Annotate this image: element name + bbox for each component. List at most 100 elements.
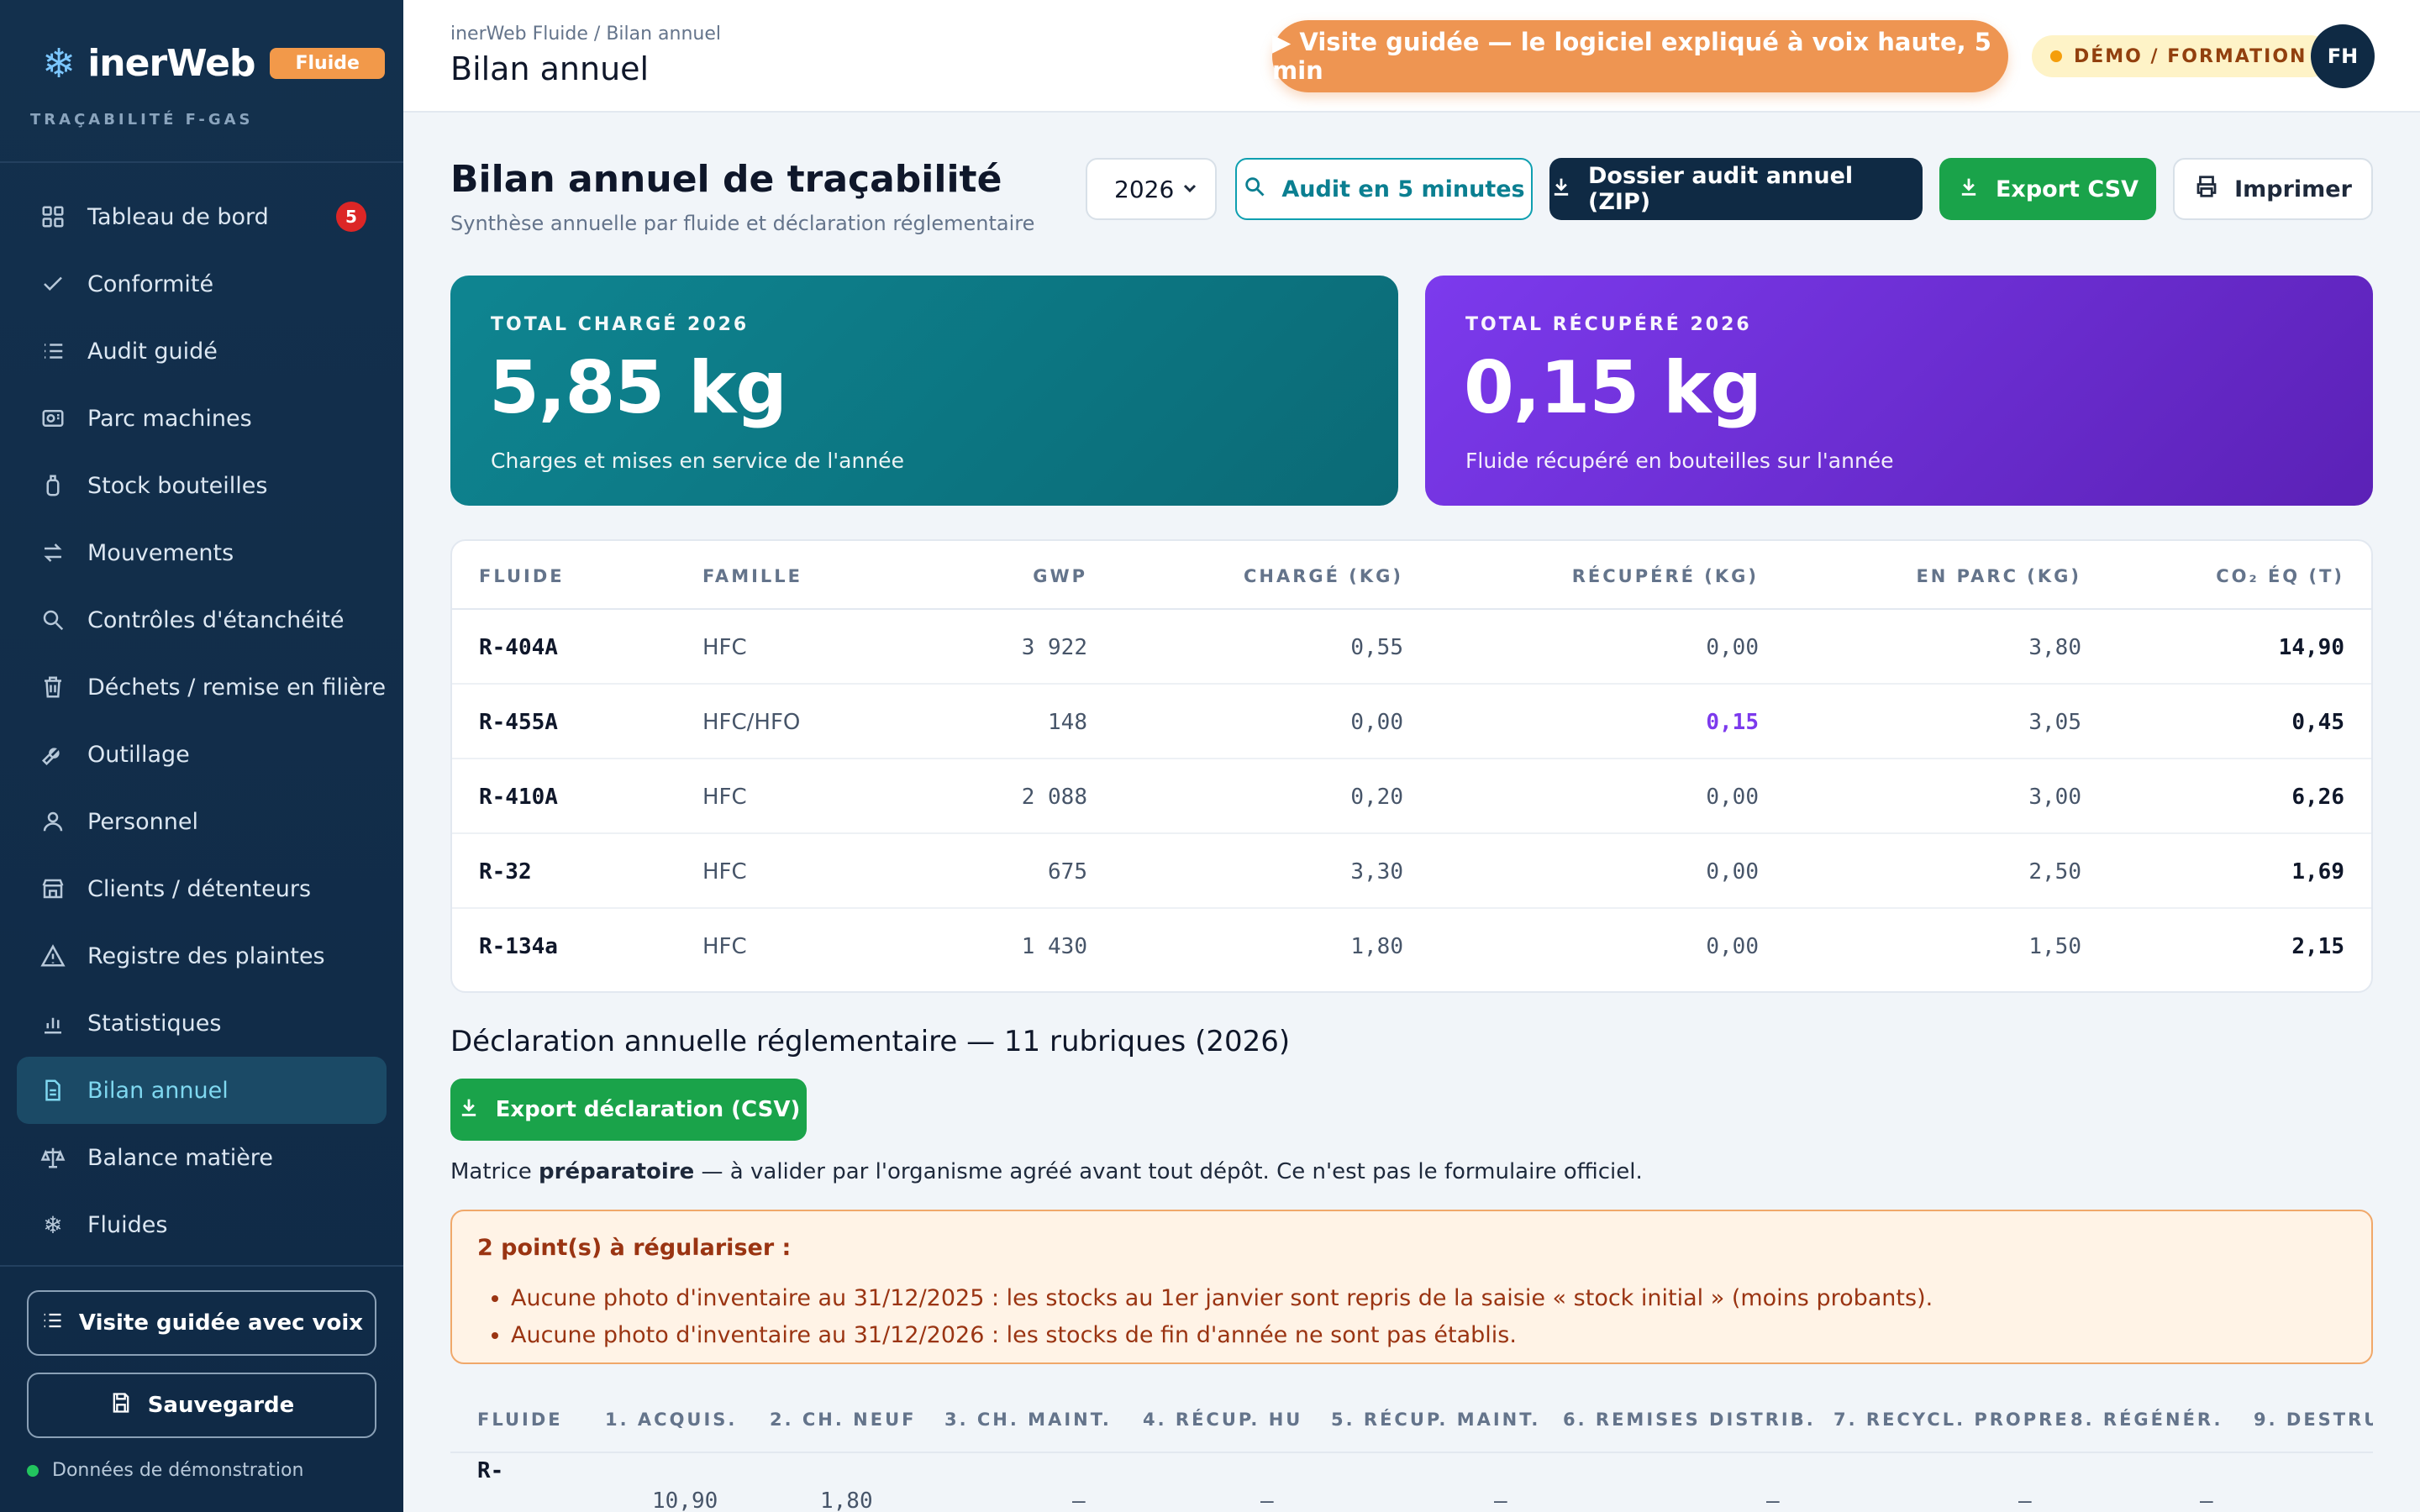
sidebar-item-audit-guide[interactable]: Audit guidé: [17, 318, 387, 385]
scale-icon: [39, 1143, 67, 1172]
sidebar-item-conformite[interactable]: Conformité: [17, 250, 387, 318]
column-header-co2[interactable]: CO₂ ÉQ (T): [2216, 566, 2344, 586]
store-icon: [39, 874, 67, 903]
save-button[interactable]: Sauvegarde: [27, 1373, 376, 1438]
cell-fleet: 2,50: [2028, 859, 2081, 885]
bottle-icon: [39, 471, 67, 500]
declaration-title: Déclaration annuelle réglementaire — 11 …: [450, 1025, 1291, 1058]
csv-button-label: Export CSV: [1995, 176, 2139, 202]
sidebar-item-fluides[interactable]: ❄ Fluides: [17, 1191, 387, 1258]
export-csv-button[interactable]: Export CSV: [1939, 158, 2156, 220]
table-row[interactable]: R- 10,90 1,80 — — — — — —: [450, 1455, 2373, 1512]
sidebar-item-clients[interactable]: Clients / détenteurs: [17, 855, 387, 922]
card-description: Fluide récupéré en bouteilles sur l'anné…: [1465, 449, 1894, 473]
table-row[interactable]: R-410A HFC 2 088 0,20 0,00 3,00 6,26: [452, 759, 2371, 834]
demo-data-status: Données de démonstration: [27, 1460, 303, 1481]
zip-button-label: Dossier audit annuel (ZIP): [1588, 163, 1854, 215]
sidebar-item-label: Registre des plaintes: [87, 942, 325, 969]
print-button[interactable]: Imprimer: [2173, 158, 2373, 220]
sidebar-item-tableau-de-bord[interactable]: Tableau de bord 5: [17, 183, 387, 250]
machine-icon: [39, 404, 67, 433]
column-header[interactable]: 2. CH. NEUF: [770, 1410, 917, 1430]
sidebar-item-dechets[interactable]: Déchets / remise en filière: [17, 654, 387, 721]
sidebar: ❄ inerWeb Fluide TRAÇABILITÉ F-GAS Table…: [0, 0, 403, 1512]
page-header-title: Bilan annuel: [450, 50, 650, 87]
column-header[interactable]: 4. RÉCUP. HU: [1143, 1410, 1302, 1430]
note-emphasis: préparatoire: [539, 1159, 695, 1184]
sidebar-item-label: Parc machines: [87, 405, 252, 432]
guided-tour-voice-button[interactable]: Visite guidée avec voix: [27, 1290, 376, 1356]
cell-co2: 1,69: [2291, 859, 2344, 885]
card-value: 0,15 kg: [1464, 346, 1762, 430]
sidebar-item-stock-bouteilles[interactable]: Stock bouteilles: [17, 452, 387, 519]
column-header[interactable]: 7. RECYCL. PROPRE: [1833, 1410, 2070, 1430]
table-row[interactable]: R-134a HFC 1 430 1,80 0,00 1,50 2,15: [452, 909, 2371, 984]
table-row[interactable]: R-404A HFC 3 922 0,55 0,00 3,80 14,90: [452, 610, 2371, 685]
cell-recovered: 0,00: [1706, 635, 1759, 660]
floppy-icon: [109, 1391, 133, 1420]
sidebar-item-personnel[interactable]: Personnel: [17, 788, 387, 855]
column-header[interactable]: 3. CH. MAINT.: [944, 1410, 1112, 1430]
sidebar-item-controles-etancheite[interactable]: Contrôles d'étanchéité: [17, 586, 387, 654]
sidebar-item-bilan-annuel[interactable]: Bilan annuel: [17, 1057, 387, 1124]
status-dot-icon: [2050, 50, 2062, 62]
demo-mode-badge: DÉMO / FORMATION: [2032, 35, 2333, 77]
cell-fluid: R-455A: [479, 710, 558, 735]
cell-value: 10,90: [652, 1488, 718, 1512]
sidebar-divider: [0, 1265, 403, 1267]
cell-family: HFC: [702, 635, 747, 660]
avatar[interactable]: FH: [2311, 24, 2375, 88]
guided-tour-button[interactable]: ▶ Visite guidée — le logiciel expliqué à…: [1272, 20, 2008, 92]
cell-charged: 0,00: [1350, 710, 1403, 735]
column-header-fleet[interactable]: EN PARC (KG): [1916, 566, 2081, 586]
audit-5-minutes-button[interactable]: Audit en 5 minutes: [1235, 158, 1533, 220]
check-icon: [39, 270, 67, 298]
download-icon: [457, 1095, 481, 1125]
fluid-summary-table: FLUIDE FAMILLE GWP CHARGÉ (KG) RÉCUPÉRÉ …: [450, 539, 2373, 993]
cell-family: HFC: [702, 934, 747, 959]
cell-charged: 0,55: [1350, 635, 1403, 660]
table-header: FLUIDE FAMILLE GWP CHARGÉ (KG) RÉCUPÉRÉ …: [452, 541, 2371, 610]
year-select[interactable]: 2026: [1086, 158, 1217, 220]
column-header-fluid[interactable]: FLUIDE: [479, 566, 565, 586]
column-header[interactable]: 8. RÉGÉNÉR.: [2070, 1410, 2223, 1430]
cell-recovered: 0,00: [1706, 859, 1759, 885]
column-header-gwp[interactable]: GWP: [1033, 566, 1087, 586]
export-declaration-button[interactable]: Export déclaration (CSV): [450, 1079, 807, 1141]
sidebar-item-parc-machines[interactable]: Parc machines: [17, 385, 387, 452]
sidebar-item-registre-plaintes[interactable]: Registre des plaintes: [17, 922, 387, 990]
wrench-icon: [39, 740, 67, 769]
column-header-recovered[interactable]: RÉCUPÉRÉ (KG): [1572, 566, 1759, 586]
table-row[interactable]: R-455A HFC/HFO 148 0,00 0,15 3,05 0,45: [452, 685, 2371, 759]
column-header[interactable]: 1. ACQUIS.: [605, 1410, 737, 1430]
warning-icon: [39, 942, 67, 970]
card-description: Charges et mises en service de l'année: [491, 449, 904, 473]
note-suffix: — à valider par l'organisme agréé avant …: [701, 1159, 1643, 1184]
sidebar-item-label: Outillage: [87, 741, 190, 768]
sidebar-item-outillage[interactable]: Outillage: [17, 721, 387, 788]
column-header[interactable]: 5. RÉCUP. MAINT.: [1331, 1410, 1540, 1430]
main-content: Bilan annuel de traçabilité Synthèse ann…: [403, 114, 2420, 1512]
cell-gwp: 675: [1048, 859, 1087, 885]
audit-zip-button[interactable]: Dossier audit annuel (ZIP): [1549, 158, 1923, 220]
column-header[interactable]: 9. DESTRU: [2254, 1410, 2373, 1430]
download-icon: [1957, 175, 1981, 204]
cell-recovered: 0,00: [1706, 785, 1759, 810]
cell-fluid: R-404A: [479, 635, 558, 660]
table-row[interactable]: R-32 HFC 675 3,30 0,00 2,50 1,69: [452, 834, 2371, 909]
page-subtitle: Synthèse annuelle par fluide et déclarat…: [450, 212, 1035, 235]
sidebar-item-statistiques[interactable]: Statistiques: [17, 990, 387, 1057]
brand-logo[interactable]: ❄ inerWeb Fluide: [42, 42, 385, 85]
column-header-family[interactable]: FAMILLE: [702, 566, 802, 586]
sidebar-item-label: Contrôles d'étanchéité: [87, 606, 345, 633]
card-value: 5,85 kg: [489, 346, 787, 430]
column-header[interactable]: 6. REMISES DISTRIB.: [1563, 1410, 1816, 1430]
column-header[interactable]: FLUIDE: [477, 1410, 563, 1430]
sidebar-item-balance-matiere[interactable]: Balance matière: [17, 1124, 387, 1191]
topbar: inerWeb Fluide / Bilan annuel Bilan annu…: [403, 0, 2420, 113]
sidebar-item-label: Déchets / remise en filière: [87, 674, 387, 701]
column-header-charged[interactable]: CHARGÉ (KG): [1244, 566, 1403, 586]
sidebar-item-label: Personnel: [87, 808, 198, 835]
cell-fleet: 3,00: [2028, 785, 2081, 810]
sidebar-item-mouvements[interactable]: Mouvements: [17, 519, 387, 586]
